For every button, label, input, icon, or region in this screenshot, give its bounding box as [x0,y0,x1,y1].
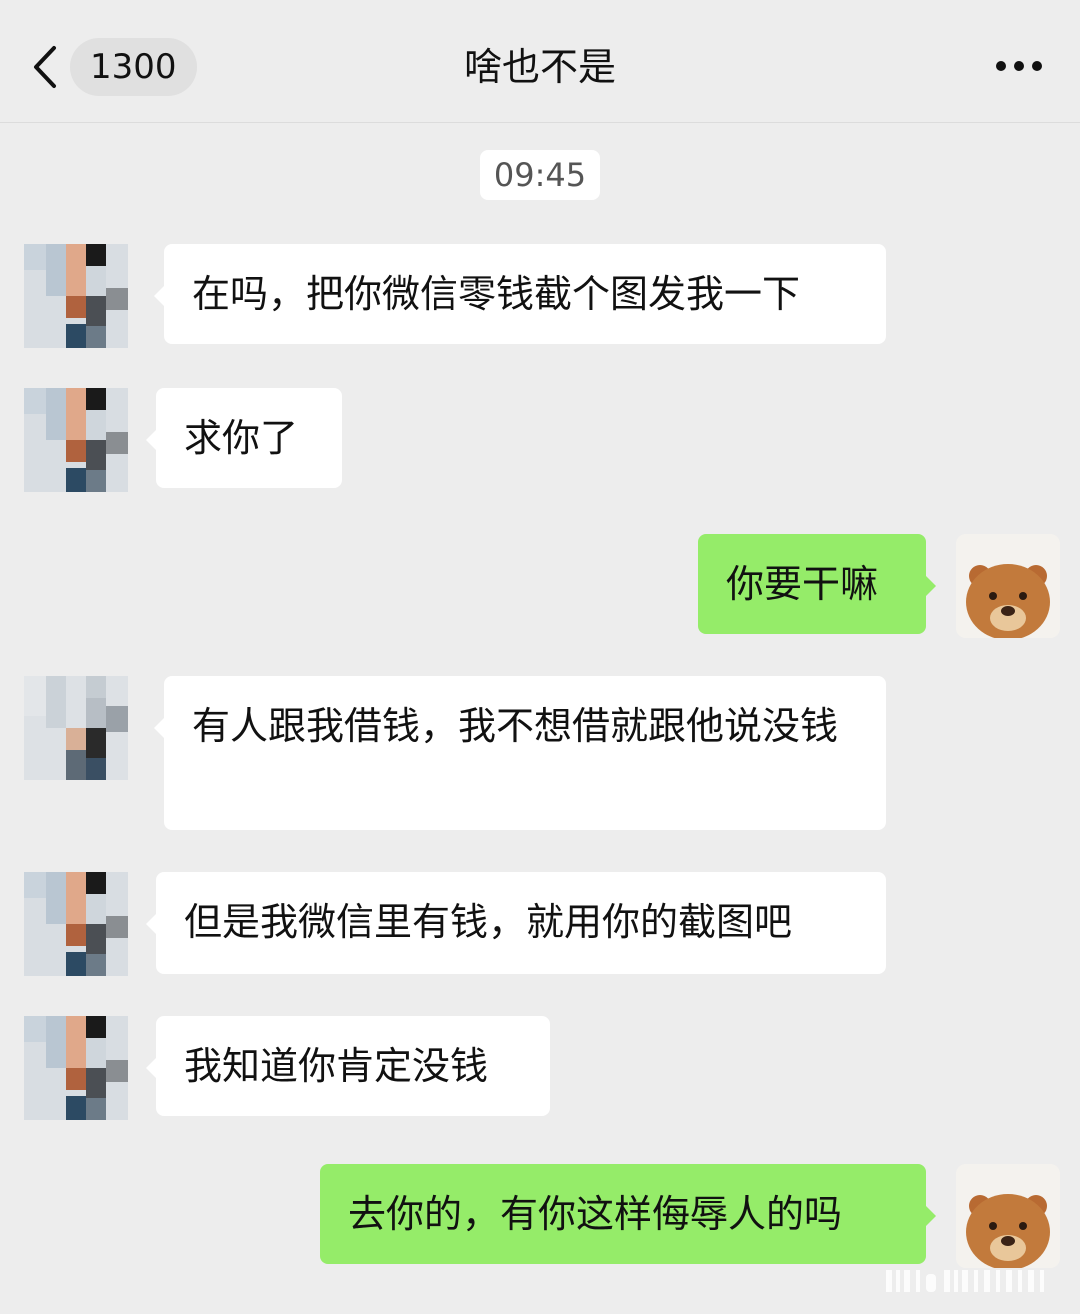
incoming-message-bubble[interactable]: 但是我微信里有钱，就用你的截图吧 [146,872,886,974]
avatar[interactable] [24,676,128,780]
message-timestamp: 09:45 [480,150,600,200]
watermark [886,1266,1056,1294]
avatar[interactable] [24,1016,128,1120]
incoming-message-bubble[interactable]: 有人跟我借钱，我不想借就跟他说没钱 [154,676,886,830]
unread-count-badge[interactable]: 1300 [70,38,197,96]
incoming-message-bubble[interactable]: 求你了 [146,388,342,488]
chat-title: 啥也不是 [463,45,616,89]
incoming-message-bubble[interactable]: 我知道你肯定没钱 [146,1016,550,1116]
chat-header: 1300 啥也不是 [0,0,1080,123]
bear-avatar-icon[interactable] [956,534,1060,638]
bear-avatar-icon[interactable] [956,1164,1060,1268]
avatar[interactable] [24,388,128,492]
more-dots-icon[interactable] [994,56,1044,76]
avatar[interactable] [24,872,128,976]
outgoing-message-bubble[interactable]: 你要干嘛 [698,534,936,634]
avatar[interactable] [24,244,128,348]
incoming-message-bubble[interactable]: 在吗，把你微信零钱截个图发我一下 [154,244,886,344]
outgoing-message-bubble[interactable]: 去你的，有你这样侮辱人的吗 [320,1164,936,1264]
chevron-left-icon[interactable] [26,42,66,92]
